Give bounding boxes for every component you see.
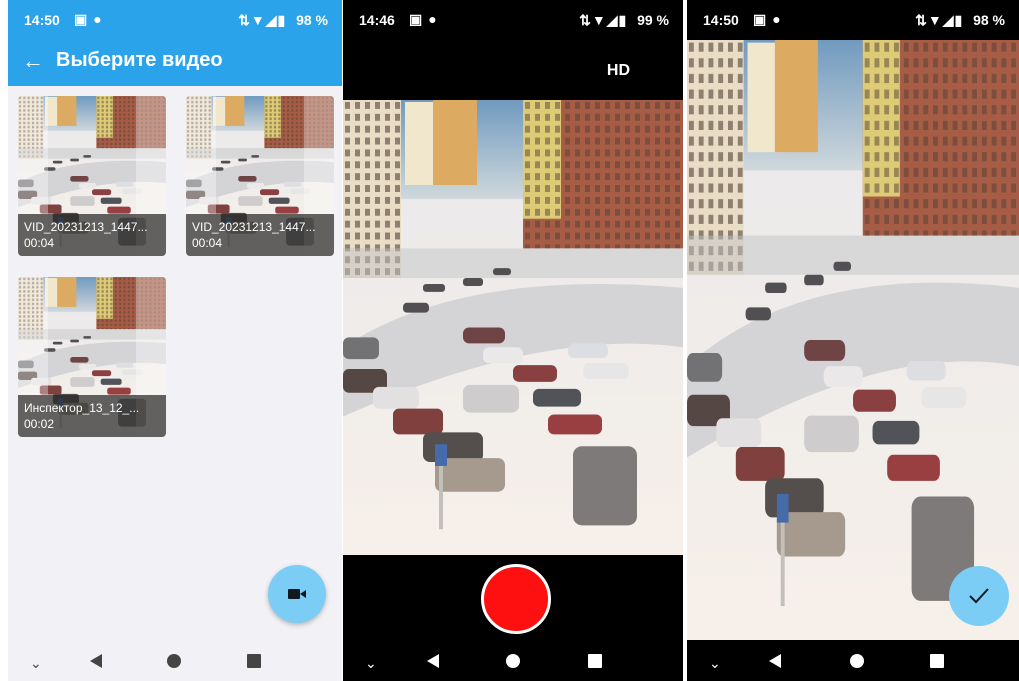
notification-icons: ▣● [74, 11, 108, 27]
status-right: ⇅▼◢▮ 98 % [915, 12, 1005, 29]
person-icon: ● [428, 11, 443, 27]
video-caption: VID_20231213_1447... 00:04 [18, 214, 166, 256]
video-name: VID_20231213_1447... [24, 220, 148, 234]
video-duration: 00:04 [24, 236, 55, 250]
video-thumbnail[interactable]: Инспектор_13_12_... 00:02 [18, 277, 166, 437]
status-bar: 14:46 ▣● ⇅▼◢▮ 99 % [343, 0, 683, 40]
camera-screen: 14:46 ▣● ⇅▼◢▮ 99 % HD ⌄ [343, 0, 683, 681]
system-nav-bar: ⌄ [343, 641, 683, 681]
videocam-icon [288, 589, 306, 599]
signal-icons: ⇅▼◢▮ [915, 12, 964, 28]
system-nav-bar: ⌄ [8, 641, 342, 681]
chevron-down-icon[interactable]: ⌄ [709, 655, 721, 672]
notification-icons: ▣● [409, 11, 443, 27]
preview-screen: 14:50 ▣● ⇅▼◢▮ 98 % ⌄ [687, 0, 1019, 681]
person-icon: ● [93, 11, 108, 27]
gallery-screen: 14:50 ▣● ⇅▼◢▮ 98 % ← Выберите видео VID_… [8, 0, 342, 681]
back-triangle-icon[interactable] [425, 653, 441, 669]
battery-level: 98 % [296, 12, 328, 28]
recents-square-icon[interactable] [929, 653, 945, 669]
app-bar: 14:50 ▣● ⇅▼◢▮ 98 % ← Выберите видео [8, 0, 342, 86]
status-bar: 14:50 ▣● ⇅▼◢▮ 98 % [687, 0, 1019, 40]
home-circle-icon[interactable] [849, 653, 865, 669]
battery-level: 98 % [973, 12, 1005, 28]
status-time: 14:50 [24, 12, 60, 28]
video-caption: VID_20231213_1447... 00:04 [186, 214, 334, 256]
record-video-fab[interactable] [268, 565, 326, 623]
back-arrow-icon[interactable]: ← [22, 48, 44, 74]
video-thumbnail[interactable]: VID_20231213_1447... 00:04 [18, 96, 166, 256]
confirm-button[interactable] [949, 566, 1009, 626]
video-thumbnail[interactable]: VID_20231213_1447... 00:04 [186, 96, 334, 256]
chevron-down-icon[interactable]: ⌄ [365, 655, 377, 672]
camera-viewfinder [343, 100, 683, 555]
page-title: Выберите видео [56, 49, 223, 71]
video-caption: Инспектор_13_12_... 00:02 [18, 395, 166, 437]
status-right: ⇅▼◢▮ 98 % [238, 12, 328, 29]
video-name: Инспектор_13_12_... [24, 401, 140, 415]
record-button[interactable] [481, 564, 551, 634]
signal-icons: ⇅▼◢▮ [579, 12, 628, 28]
video-preview [687, 40, 1019, 640]
home-circle-icon[interactable] [505, 653, 521, 669]
video-duration: 00:04 [192, 236, 223, 250]
video-name: VID_20231213_1447... [192, 220, 316, 234]
status-time: 14:46 [359, 12, 395, 28]
recents-square-icon[interactable] [246, 653, 262, 669]
back-triangle-icon[interactable] [88, 653, 104, 669]
status-time: 14:50 [703, 12, 739, 28]
person-icon: ● [772, 11, 787, 27]
chevron-down-icon[interactable]: ⌄ [30, 655, 42, 672]
hd-quality-toggle[interactable]: HD [607, 62, 630, 80]
home-circle-icon[interactable] [166, 653, 182, 669]
status-bar: 14:50 ▣● ⇅▼◢▮ 98 % [8, 0, 342, 40]
system-nav-bar: ⌄ [687, 641, 1019, 681]
signal-icons: ⇅▼◢▮ [238, 12, 287, 28]
notification-icons: ▣● [753, 11, 787, 27]
back-triangle-icon[interactable] [767, 653, 783, 669]
battery-level: 99 % [637, 12, 669, 28]
check-icon [969, 588, 989, 604]
recents-square-icon[interactable] [587, 653, 603, 669]
status-right: ⇅▼◢▮ 99 % [579, 12, 669, 29]
video-duration: 00:02 [24, 417, 55, 431]
